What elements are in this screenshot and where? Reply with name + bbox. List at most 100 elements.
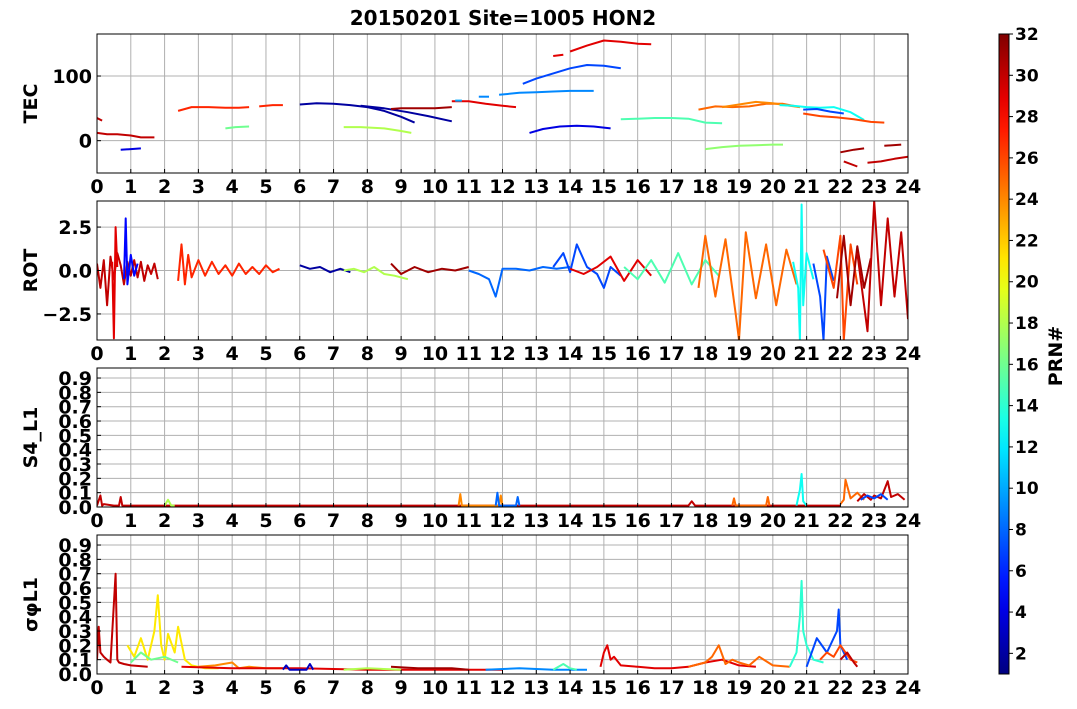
x-tick-label: 2 (158, 510, 171, 532)
panel-1: 0 1 2 3 4 5 6 7 8 9 10 11 12 13 14 15 16 17 18 19 20 21 22 23 24… (20, 33, 921, 198)
x-tick-label: 4 (226, 176, 239, 198)
colorbar-label: PRN# (1045, 326, 1067, 386)
x-tick-label: 23 (861, 343, 887, 365)
y-tick-label: −2.5 (42, 304, 92, 326)
colorbar-tick-label: 32 (1015, 25, 1039, 45)
x-tick-label: 17 (658, 176, 684, 198)
x-tick-label: 16 (624, 510, 650, 532)
colorbar-tick-label: 16 (1015, 355, 1039, 375)
series-line-prn-31 (884, 143, 902, 147)
y-axis-label: σφL1 (20, 577, 42, 632)
series-line-prn-30 (843, 160, 858, 168)
series-line-prn-29 (111, 226, 119, 340)
x-tick-label: 16 (624, 343, 650, 365)
y-tick-label: 2.5 (58, 217, 92, 239)
panel-2: 0 1 2 3 4 5 6 7 8 9 10 11 12 13 14 15 16 17 18 19 20 21 22 23 24… (20, 200, 921, 365)
x-tick-label: 4 (226, 343, 239, 365)
series-line-prn-25 (731, 496, 771, 507)
x-tick-label: 17 (658, 677, 684, 699)
x-tick-label: 12 (489, 176, 515, 198)
x-tick-label: 3 (192, 176, 205, 198)
colorbar-tick-label: 18 (1015, 314, 1039, 334)
x-tick-label: 17 (658, 510, 684, 532)
x-tick-label: 22 (827, 343, 853, 365)
series-line-prn-8 (494, 491, 521, 507)
series-line-prn-13 (792, 203, 815, 340)
x-tick-label: 15 (591, 510, 617, 532)
series-line-prn-7 (522, 64, 621, 85)
x-tick-label: 23 (861, 176, 887, 198)
x-tick-label: 20 (760, 510, 786, 532)
x-tick-label: 11 (455, 176, 481, 198)
x-tick-label: 21 (793, 176, 819, 198)
x-tick-label: 6 (293, 677, 306, 699)
series-line-prn-29 (569, 39, 652, 53)
chart-title: 20150201 Site=1005 HON2 (350, 6, 656, 30)
colorbar-tick-label: 8 (1015, 520, 1027, 540)
series-line-prn-9 (499, 89, 594, 96)
x-tick-label: 5 (259, 343, 272, 365)
series-line-prn-18 (343, 266, 409, 281)
colorbar: 2468101214161820222426283032PRN# (998, 25, 1067, 675)
x-tick-label: 24 (895, 343, 921, 365)
x-tick-label: 20 (760, 343, 786, 365)
x-tick-label: 1 (124, 176, 137, 198)
x-tick-label: 23 (861, 677, 887, 699)
x-tick-label: 3 (192, 677, 205, 699)
x-tick-label: 7 (327, 677, 340, 699)
x-tick-label: 9 (395, 677, 408, 699)
x-tick-label: 14 (557, 510, 583, 532)
panel-3: 0 1 2 3 4 5 6 7 8 9 10 11 12 13 14 15 16 17 18 19 20 21 22 23 24… (20, 367, 921, 532)
x-tick-label: 8 (361, 343, 374, 365)
colorbar-tick-label: 28 (1015, 108, 1039, 128)
figure: 20150201 Site=1005 HON2 0 1 2 3 4 5 6 7 8 9 10 11 12… (20, 6, 1067, 699)
x-tick-label: 8 (361, 510, 374, 532)
x-tick-label: 0 (90, 677, 103, 699)
series-line-prn-27 (259, 104, 283, 108)
x-tick-label: 21 (793, 510, 819, 532)
x-tick-label: 24 (895, 510, 921, 532)
y-tick-label: 100 (52, 66, 92, 88)
colorbar-tick-label: 14 (1015, 397, 1039, 417)
series-line-prn-29 (553, 53, 564, 57)
x-tick-label: 19 (726, 343, 752, 365)
x-tick-label: 3 (192, 343, 205, 365)
x-tick-label: 9 (395, 510, 408, 532)
x-tick-label: 18 (692, 677, 718, 699)
x-tick-label: 13 (523, 176, 549, 198)
x-tick-label: 5 (259, 510, 272, 532)
x-tick-label: 10 (422, 176, 448, 198)
series-line-prn-2 (299, 264, 351, 274)
x-tick-label: 19 (726, 176, 752, 198)
y-tick-label: 0.0 (58, 261, 92, 283)
x-tick-label: 11 (455, 343, 481, 365)
x-tick-label: 1 (124, 677, 137, 699)
x-tick-label: 20 (760, 677, 786, 699)
x-tick-label: 0 (90, 510, 103, 532)
x-tick-label: 5 (259, 176, 272, 198)
x-tick-label: 11 (455, 510, 481, 532)
x-tick-label: 6 (293, 176, 306, 198)
series-line-prn-30 (856, 201, 908, 333)
colorbar-tick-label: 26 (1015, 149, 1039, 169)
series-line-prn-25 (697, 231, 798, 340)
x-tick-label: 10 (422, 343, 448, 365)
series-line-prn-30 (97, 117, 103, 122)
x-tick-label: 16 (624, 176, 650, 198)
series-line-prn-4 (120, 147, 141, 151)
x-tick-label: 2 (158, 176, 171, 198)
x-tick-label: 7 (327, 343, 340, 365)
x-tick-label: 21 (793, 343, 819, 365)
colorbar-tick-label: 22 (1015, 231, 1039, 251)
series-line-prn-27 (177, 106, 250, 112)
series-line-prn-7 (812, 255, 835, 340)
x-tick-label: 6 (293, 343, 306, 365)
x-tick-label: 13 (523, 510, 549, 532)
x-tick-label: 12 (489, 343, 515, 365)
x-tick-label: 19 (726, 677, 752, 699)
series-line-prn-13 (779, 104, 865, 121)
y-tick-label: 0.9 (58, 535, 92, 557)
x-tick-label: 22 (827, 510, 853, 532)
series-line-prn-21 (126, 594, 219, 670)
x-tick-label: 11 (455, 677, 481, 699)
